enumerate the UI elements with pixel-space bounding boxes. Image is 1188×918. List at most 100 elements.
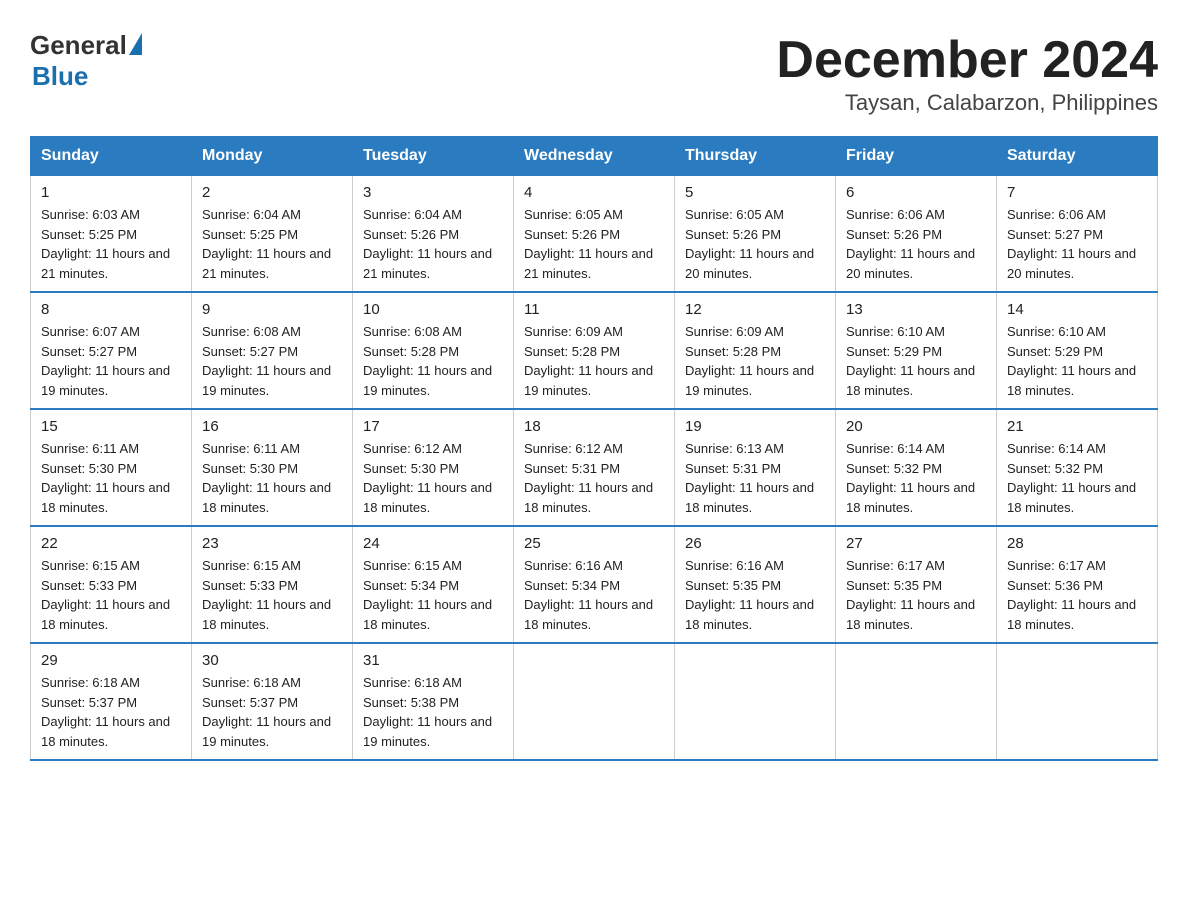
day-info: Sunrise: 6:18 AM Sunset: 5:37 PM Dayligh… bbox=[202, 673, 342, 751]
calendar-day-cell: 22 Sunrise: 6:15 AM Sunset: 5:33 PM Dayl… bbox=[31, 526, 192, 643]
sunset-label: Sunset: 5:29 PM bbox=[1007, 344, 1103, 359]
daylight-label: Daylight: 11 hours and 18 minutes. bbox=[846, 363, 975, 398]
daylight-label: Daylight: 11 hours and 21 minutes. bbox=[202, 246, 331, 281]
day-info: Sunrise: 6:15 AM Sunset: 5:34 PM Dayligh… bbox=[363, 556, 503, 634]
sunrise-label: Sunrise: 6:14 AM bbox=[1007, 441, 1106, 456]
day-info: Sunrise: 6:17 AM Sunset: 5:35 PM Dayligh… bbox=[846, 556, 986, 634]
sunrise-label: Sunrise: 6:15 AM bbox=[202, 558, 301, 573]
day-info: Sunrise: 6:12 AM Sunset: 5:31 PM Dayligh… bbox=[524, 439, 664, 517]
calendar-day-cell: 4 Sunrise: 6:05 AM Sunset: 5:26 PM Dayli… bbox=[514, 176, 675, 293]
day-number: 28 bbox=[1007, 535, 1147, 552]
day-number: 8 bbox=[41, 301, 181, 318]
daylight-label: Daylight: 11 hours and 18 minutes. bbox=[685, 597, 814, 632]
day-number: 11 bbox=[524, 301, 664, 318]
calendar-day-cell bbox=[997, 643, 1158, 760]
weekday-header-friday: Friday bbox=[836, 137, 997, 176]
sunset-label: Sunset: 5:35 PM bbox=[846, 578, 942, 593]
day-info: Sunrise: 6:18 AM Sunset: 5:38 PM Dayligh… bbox=[363, 673, 503, 751]
day-number: 4 bbox=[524, 184, 664, 201]
calendar-day-cell: 24 Sunrise: 6:15 AM Sunset: 5:34 PM Dayl… bbox=[353, 526, 514, 643]
sunrise-label: Sunrise: 6:04 AM bbox=[363, 207, 462, 222]
sunrise-label: Sunrise: 6:12 AM bbox=[363, 441, 462, 456]
day-number: 29 bbox=[41, 652, 181, 669]
day-info: Sunrise: 6:10 AM Sunset: 5:29 PM Dayligh… bbox=[1007, 322, 1147, 400]
sunrise-label: Sunrise: 6:10 AM bbox=[846, 324, 945, 339]
calendar-week-row: 1 Sunrise: 6:03 AM Sunset: 5:25 PM Dayli… bbox=[31, 176, 1158, 293]
daylight-label: Daylight: 11 hours and 19 minutes. bbox=[202, 714, 331, 749]
day-info: Sunrise: 6:06 AM Sunset: 5:27 PM Dayligh… bbox=[1007, 205, 1147, 283]
calendar-day-cell: 2 Sunrise: 6:04 AM Sunset: 5:25 PM Dayli… bbox=[192, 176, 353, 293]
sunset-label: Sunset: 5:28 PM bbox=[363, 344, 459, 359]
sunrise-label: Sunrise: 6:09 AM bbox=[685, 324, 784, 339]
sunset-label: Sunset: 5:32 PM bbox=[846, 461, 942, 476]
calendar-day-cell: 21 Sunrise: 6:14 AM Sunset: 5:32 PM Dayl… bbox=[997, 409, 1158, 526]
day-number: 22 bbox=[41, 535, 181, 552]
sunrise-label: Sunrise: 6:12 AM bbox=[524, 441, 623, 456]
calendar-day-cell: 19 Sunrise: 6:13 AM Sunset: 5:31 PM Dayl… bbox=[675, 409, 836, 526]
sunrise-label: Sunrise: 6:17 AM bbox=[1007, 558, 1106, 573]
calendar-day-cell: 28 Sunrise: 6:17 AM Sunset: 5:36 PM Dayl… bbox=[997, 526, 1158, 643]
daylight-label: Daylight: 11 hours and 18 minutes. bbox=[524, 480, 653, 515]
daylight-label: Daylight: 11 hours and 18 minutes. bbox=[1007, 363, 1136, 398]
day-number: 25 bbox=[524, 535, 664, 552]
sunrise-label: Sunrise: 6:06 AM bbox=[846, 207, 945, 222]
sunset-label: Sunset: 5:25 PM bbox=[41, 227, 137, 242]
day-number: 20 bbox=[846, 418, 986, 435]
daylight-label: Daylight: 11 hours and 18 minutes. bbox=[202, 597, 331, 632]
sunrise-label: Sunrise: 6:04 AM bbox=[202, 207, 301, 222]
sunset-label: Sunset: 5:31 PM bbox=[524, 461, 620, 476]
calendar-day-cell: 12 Sunrise: 6:09 AM Sunset: 5:28 PM Dayl… bbox=[675, 292, 836, 409]
daylight-label: Daylight: 11 hours and 21 minutes. bbox=[41, 246, 170, 281]
daylight-label: Daylight: 11 hours and 18 minutes. bbox=[363, 597, 492, 632]
daylight-label: Daylight: 11 hours and 21 minutes. bbox=[524, 246, 653, 281]
day-info: Sunrise: 6:15 AM Sunset: 5:33 PM Dayligh… bbox=[41, 556, 181, 634]
sunset-label: Sunset: 5:34 PM bbox=[524, 578, 620, 593]
day-number: 30 bbox=[202, 652, 342, 669]
weekday-header-tuesday: Tuesday bbox=[353, 137, 514, 176]
sunrise-label: Sunrise: 6:08 AM bbox=[202, 324, 301, 339]
sunset-label: Sunset: 5:26 PM bbox=[524, 227, 620, 242]
calendar-day-cell: 29 Sunrise: 6:18 AM Sunset: 5:37 PM Dayl… bbox=[31, 643, 192, 760]
day-number: 24 bbox=[363, 535, 503, 552]
sunset-label: Sunset: 5:37 PM bbox=[41, 695, 137, 710]
daylight-label: Daylight: 11 hours and 18 minutes. bbox=[363, 480, 492, 515]
calendar-day-cell: 9 Sunrise: 6:08 AM Sunset: 5:27 PM Dayli… bbox=[192, 292, 353, 409]
sunrise-label: Sunrise: 6:10 AM bbox=[1007, 324, 1106, 339]
sunrise-label: Sunrise: 6:03 AM bbox=[41, 207, 140, 222]
day-info: Sunrise: 6:09 AM Sunset: 5:28 PM Dayligh… bbox=[685, 322, 825, 400]
sunset-label: Sunset: 5:26 PM bbox=[846, 227, 942, 242]
weekday-header-saturday: Saturday bbox=[997, 137, 1158, 176]
sunrise-label: Sunrise: 6:16 AM bbox=[524, 558, 623, 573]
day-number: 5 bbox=[685, 184, 825, 201]
daylight-label: Daylight: 11 hours and 18 minutes. bbox=[1007, 597, 1136, 632]
sunset-label: Sunset: 5:37 PM bbox=[202, 695, 298, 710]
sunrise-label: Sunrise: 6:14 AM bbox=[846, 441, 945, 456]
calendar-week-row: 8 Sunrise: 6:07 AM Sunset: 5:27 PM Dayli… bbox=[31, 292, 1158, 409]
calendar-day-cell: 11 Sunrise: 6:09 AM Sunset: 5:28 PM Dayl… bbox=[514, 292, 675, 409]
day-number: 12 bbox=[685, 301, 825, 318]
day-info: Sunrise: 6:13 AM Sunset: 5:31 PM Dayligh… bbox=[685, 439, 825, 517]
day-info: Sunrise: 6:05 AM Sunset: 5:26 PM Dayligh… bbox=[524, 205, 664, 283]
daylight-label: Daylight: 11 hours and 18 minutes. bbox=[846, 480, 975, 515]
day-info: Sunrise: 6:11 AM Sunset: 5:30 PM Dayligh… bbox=[202, 439, 342, 517]
day-number: 10 bbox=[363, 301, 503, 318]
sunset-label: Sunset: 5:26 PM bbox=[685, 227, 781, 242]
calendar-day-cell: 20 Sunrise: 6:14 AM Sunset: 5:32 PM Dayl… bbox=[836, 409, 997, 526]
sunset-label: Sunset: 5:33 PM bbox=[202, 578, 298, 593]
daylight-label: Daylight: 11 hours and 20 minutes. bbox=[846, 246, 975, 281]
calendar-body: 1 Sunrise: 6:03 AM Sunset: 5:25 PM Dayli… bbox=[31, 176, 1158, 761]
weekday-header-sunday: Sunday bbox=[31, 137, 192, 176]
sunrise-label: Sunrise: 6:06 AM bbox=[1007, 207, 1106, 222]
day-number: 9 bbox=[202, 301, 342, 318]
calendar-day-cell: 31 Sunrise: 6:18 AM Sunset: 5:38 PM Dayl… bbox=[353, 643, 514, 760]
calendar-day-cell: 16 Sunrise: 6:11 AM Sunset: 5:30 PM Dayl… bbox=[192, 409, 353, 526]
calendar-header: SundayMondayTuesdayWednesdayThursdayFrid… bbox=[31, 137, 1158, 176]
sunset-label: Sunset: 5:30 PM bbox=[363, 461, 459, 476]
calendar-day-cell: 5 Sunrise: 6:05 AM Sunset: 5:26 PM Dayli… bbox=[675, 176, 836, 293]
sunset-label: Sunset: 5:29 PM bbox=[846, 344, 942, 359]
sunrise-label: Sunrise: 6:09 AM bbox=[524, 324, 623, 339]
page-subtitle: Taysan, Calabarzon, Philippines bbox=[776, 90, 1158, 116]
day-number: 17 bbox=[363, 418, 503, 435]
daylight-label: Daylight: 11 hours and 19 minutes. bbox=[202, 363, 331, 398]
calendar-day-cell: 1 Sunrise: 6:03 AM Sunset: 5:25 PM Dayli… bbox=[31, 176, 192, 293]
